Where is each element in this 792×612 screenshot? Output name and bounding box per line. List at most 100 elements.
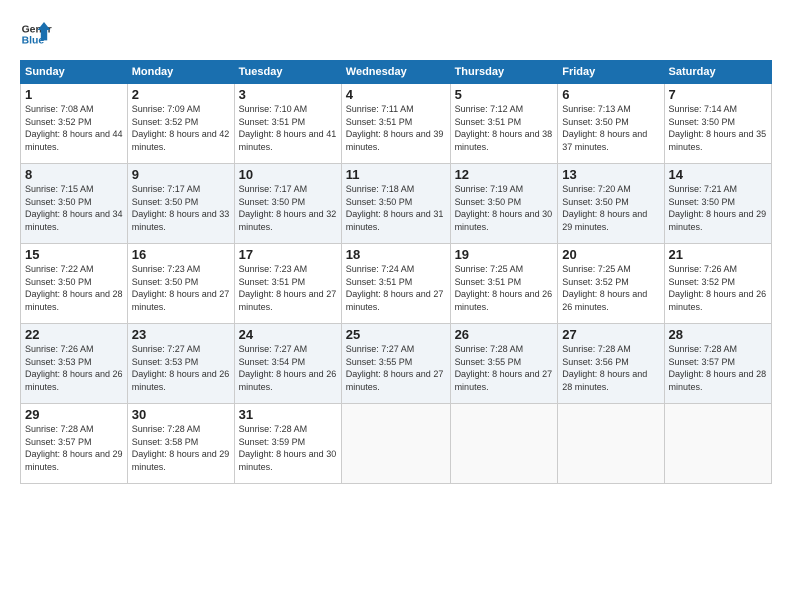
day-number: 10 bbox=[239, 167, 337, 182]
day-number: 8 bbox=[25, 167, 123, 182]
day-info: Sunrise: 7:23 AMSunset: 3:51 PMDaylight:… bbox=[239, 263, 337, 313]
calendar-cell: 8Sunrise: 7:15 AMSunset: 3:50 PMDaylight… bbox=[21, 164, 128, 244]
logo: General Blue bbox=[20, 18, 52, 50]
calendar-cell: 16Sunrise: 7:23 AMSunset: 3:50 PMDayligh… bbox=[127, 244, 234, 324]
calendar-cell: 26Sunrise: 7:28 AMSunset: 3:55 PMDayligh… bbox=[450, 324, 558, 404]
weekday-wednesday: Wednesday bbox=[341, 61, 450, 84]
day-info: Sunrise: 7:19 AMSunset: 3:50 PMDaylight:… bbox=[455, 183, 554, 233]
day-info: Sunrise: 7:28 AMSunset: 3:56 PMDaylight:… bbox=[562, 343, 659, 393]
day-info: Sunrise: 7:22 AMSunset: 3:50 PMDaylight:… bbox=[25, 263, 123, 313]
calendar-cell: 25Sunrise: 7:27 AMSunset: 3:55 PMDayligh… bbox=[341, 324, 450, 404]
calendar-cell: 23Sunrise: 7:27 AMSunset: 3:53 PMDayligh… bbox=[127, 324, 234, 404]
calendar-cell: 28Sunrise: 7:28 AMSunset: 3:57 PMDayligh… bbox=[664, 324, 771, 404]
calendar-cell: 22Sunrise: 7:26 AMSunset: 3:53 PMDayligh… bbox=[21, 324, 128, 404]
page: General Blue SundayMondayTuesdayWednesda… bbox=[0, 0, 792, 612]
day-info: Sunrise: 7:11 AMSunset: 3:51 PMDaylight:… bbox=[346, 103, 446, 153]
day-info: Sunrise: 7:12 AMSunset: 3:51 PMDaylight:… bbox=[455, 103, 554, 153]
calendar-cell: 10Sunrise: 7:17 AMSunset: 3:50 PMDayligh… bbox=[234, 164, 341, 244]
day-number: 1 bbox=[25, 87, 123, 102]
calendar-cell: 29Sunrise: 7:28 AMSunset: 3:57 PMDayligh… bbox=[21, 404, 128, 484]
day-number: 15 bbox=[25, 247, 123, 262]
calendar-cell: 14Sunrise: 7:21 AMSunset: 3:50 PMDayligh… bbox=[664, 164, 771, 244]
day-number: 13 bbox=[562, 167, 659, 182]
day-info: Sunrise: 7:15 AMSunset: 3:50 PMDaylight:… bbox=[25, 183, 123, 233]
calendar-cell: 30Sunrise: 7:28 AMSunset: 3:58 PMDayligh… bbox=[127, 404, 234, 484]
day-info: Sunrise: 7:27 AMSunset: 3:55 PMDaylight:… bbox=[346, 343, 446, 393]
calendar-cell: 21Sunrise: 7:26 AMSunset: 3:52 PMDayligh… bbox=[664, 244, 771, 324]
calendar-cell: 12Sunrise: 7:19 AMSunset: 3:50 PMDayligh… bbox=[450, 164, 558, 244]
day-number: 29 bbox=[25, 407, 123, 422]
day-info: Sunrise: 7:13 AMSunset: 3:50 PMDaylight:… bbox=[562, 103, 659, 153]
week-row-3: 15Sunrise: 7:22 AMSunset: 3:50 PMDayligh… bbox=[21, 244, 772, 324]
calendar-cell: 24Sunrise: 7:27 AMSunset: 3:54 PMDayligh… bbox=[234, 324, 341, 404]
week-row-1: 1Sunrise: 7:08 AMSunset: 3:52 PMDaylight… bbox=[21, 84, 772, 164]
weekday-saturday: Saturday bbox=[664, 61, 771, 84]
day-info: Sunrise: 7:17 AMSunset: 3:50 PMDaylight:… bbox=[132, 183, 230, 233]
weekday-monday: Monday bbox=[127, 61, 234, 84]
day-info: Sunrise: 7:23 AMSunset: 3:50 PMDaylight:… bbox=[132, 263, 230, 313]
day-number: 16 bbox=[132, 247, 230, 262]
day-number: 2 bbox=[132, 87, 230, 102]
weekday-sunday: Sunday bbox=[21, 61, 128, 84]
calendar-cell: 27Sunrise: 7:28 AMSunset: 3:56 PMDayligh… bbox=[558, 324, 664, 404]
day-number: 7 bbox=[669, 87, 767, 102]
day-number: 25 bbox=[346, 327, 446, 342]
day-info: Sunrise: 7:26 AMSunset: 3:53 PMDaylight:… bbox=[25, 343, 123, 393]
calendar-cell: 19Sunrise: 7:25 AMSunset: 3:51 PMDayligh… bbox=[450, 244, 558, 324]
logo-icon: General Blue bbox=[20, 18, 52, 50]
day-number: 6 bbox=[562, 87, 659, 102]
week-row-4: 22Sunrise: 7:26 AMSunset: 3:53 PMDayligh… bbox=[21, 324, 772, 404]
day-number: 14 bbox=[669, 167, 767, 182]
day-info: Sunrise: 7:20 AMSunset: 3:50 PMDaylight:… bbox=[562, 183, 659, 233]
day-number: 4 bbox=[346, 87, 446, 102]
day-info: Sunrise: 7:28 AMSunset: 3:55 PMDaylight:… bbox=[455, 343, 554, 393]
calendar-cell bbox=[450, 404, 558, 484]
day-info: Sunrise: 7:28 AMSunset: 3:58 PMDaylight:… bbox=[132, 423, 230, 473]
day-number: 17 bbox=[239, 247, 337, 262]
calendar-cell bbox=[341, 404, 450, 484]
calendar-cell: 31Sunrise: 7:28 AMSunset: 3:59 PMDayligh… bbox=[234, 404, 341, 484]
calendar-cell: 9Sunrise: 7:17 AMSunset: 3:50 PMDaylight… bbox=[127, 164, 234, 244]
day-number: 18 bbox=[346, 247, 446, 262]
day-info: Sunrise: 7:28 AMSunset: 3:57 PMDaylight:… bbox=[669, 343, 767, 393]
calendar-cell: 4Sunrise: 7:11 AMSunset: 3:51 PMDaylight… bbox=[341, 84, 450, 164]
day-info: Sunrise: 7:08 AMSunset: 3:52 PMDaylight:… bbox=[25, 103, 123, 153]
calendar-cell: 5Sunrise: 7:12 AMSunset: 3:51 PMDaylight… bbox=[450, 84, 558, 164]
calendar-cell: 6Sunrise: 7:13 AMSunset: 3:50 PMDaylight… bbox=[558, 84, 664, 164]
week-row-2: 8Sunrise: 7:15 AMSunset: 3:50 PMDaylight… bbox=[21, 164, 772, 244]
day-info: Sunrise: 7:18 AMSunset: 3:50 PMDaylight:… bbox=[346, 183, 446, 233]
calendar-cell bbox=[558, 404, 664, 484]
calendar-cell: 2Sunrise: 7:09 AMSunset: 3:52 PMDaylight… bbox=[127, 84, 234, 164]
calendar-cell: 17Sunrise: 7:23 AMSunset: 3:51 PMDayligh… bbox=[234, 244, 341, 324]
day-info: Sunrise: 7:24 AMSunset: 3:51 PMDaylight:… bbox=[346, 263, 446, 313]
day-info: Sunrise: 7:28 AMSunset: 3:59 PMDaylight:… bbox=[239, 423, 337, 473]
weekday-thursday: Thursday bbox=[450, 61, 558, 84]
header: General Blue bbox=[20, 18, 772, 50]
day-info: Sunrise: 7:26 AMSunset: 3:52 PMDaylight:… bbox=[669, 263, 767, 313]
day-number: 30 bbox=[132, 407, 230, 422]
day-info: Sunrise: 7:10 AMSunset: 3:51 PMDaylight:… bbox=[239, 103, 337, 153]
day-info: Sunrise: 7:27 AMSunset: 3:54 PMDaylight:… bbox=[239, 343, 337, 393]
day-info: Sunrise: 7:27 AMSunset: 3:53 PMDaylight:… bbox=[132, 343, 230, 393]
calendar-cell: 13Sunrise: 7:20 AMSunset: 3:50 PMDayligh… bbox=[558, 164, 664, 244]
calendar-cell: 11Sunrise: 7:18 AMSunset: 3:50 PMDayligh… bbox=[341, 164, 450, 244]
calendar-cell: 15Sunrise: 7:22 AMSunset: 3:50 PMDayligh… bbox=[21, 244, 128, 324]
day-number: 19 bbox=[455, 247, 554, 262]
day-number: 20 bbox=[562, 247, 659, 262]
calendar-cell: 1Sunrise: 7:08 AMSunset: 3:52 PMDaylight… bbox=[21, 84, 128, 164]
day-info: Sunrise: 7:17 AMSunset: 3:50 PMDaylight:… bbox=[239, 183, 337, 233]
day-number: 9 bbox=[132, 167, 230, 182]
calendar-cell: 18Sunrise: 7:24 AMSunset: 3:51 PMDayligh… bbox=[341, 244, 450, 324]
day-number: 22 bbox=[25, 327, 123, 342]
day-info: Sunrise: 7:28 AMSunset: 3:57 PMDaylight:… bbox=[25, 423, 123, 473]
calendar-cell: 7Sunrise: 7:14 AMSunset: 3:50 PMDaylight… bbox=[664, 84, 771, 164]
week-row-5: 29Sunrise: 7:28 AMSunset: 3:57 PMDayligh… bbox=[21, 404, 772, 484]
day-number: 31 bbox=[239, 407, 337, 422]
day-info: Sunrise: 7:09 AMSunset: 3:52 PMDaylight:… bbox=[132, 103, 230, 153]
day-number: 24 bbox=[239, 327, 337, 342]
weekday-friday: Friday bbox=[558, 61, 664, 84]
weekday-tuesday: Tuesday bbox=[234, 61, 341, 84]
day-number: 11 bbox=[346, 167, 446, 182]
day-number: 23 bbox=[132, 327, 230, 342]
day-number: 28 bbox=[669, 327, 767, 342]
